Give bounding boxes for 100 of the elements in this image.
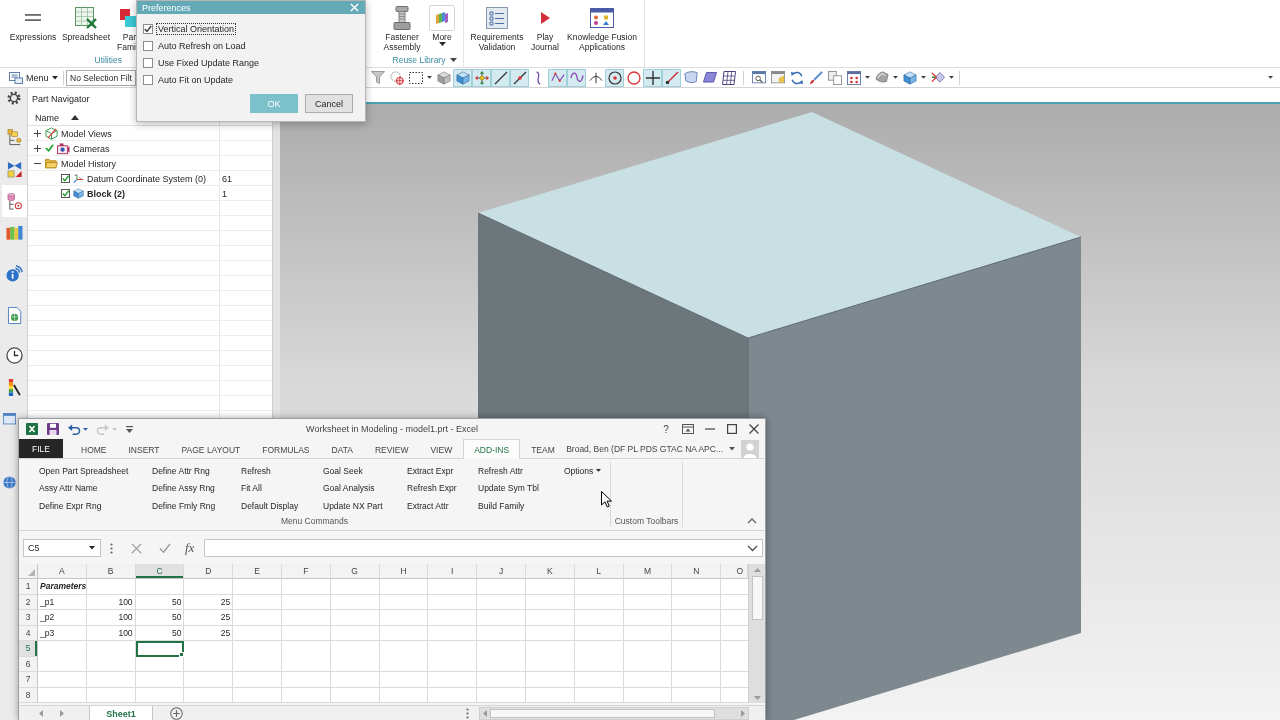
column-header[interactable]: C — [135, 564, 185, 579]
ribbon-button[interactable]: More — [425, 0, 459, 54]
checkbox[interactable] — [143, 40, 153, 51]
tree-item[interactable]: Model History — [61, 158, 116, 169]
tree-item[interactable]: Model Views — [61, 128, 112, 139]
column-header[interactable]: G — [330, 564, 380, 579]
insert-function-button[interactable]: fx — [185, 540, 195, 556]
spreadsheet-cell[interactable]: 50 — [135, 625, 185, 641]
formula-input-field[interactable] — [204, 539, 763, 557]
checkbox-label[interactable]: Use Fixed Update Range — [157, 57, 261, 68]
triangle-right-icon[interactable] — [60, 710, 64, 717]
spreadsheet-cell[interactable]: 100 — [86, 610, 136, 626]
resource-tab[interactable] — [2, 185, 27, 217]
ribbon-button[interactable]: Par Fami — [114, 0, 136, 54]
caret-icon[interactable] — [949, 76, 954, 79]
ribbon-tab[interactable]: TEAM — [520, 439, 566, 459]
scrollbar-thumb[interactable] — [751, 576, 763, 620]
quick-access-button[interactable] — [47, 423, 59, 435]
tree-item[interactable]: Block (2) — [87, 188, 125, 199]
ribbon-command[interactable]: Refresh Expr — [407, 479, 457, 497]
help-button[interactable]: ? — [655, 419, 677, 439]
spreadsheet-cell[interactable]: _p2 — [38, 610, 87, 626]
ribbon-command[interactable]: Default Display — [241, 497, 299, 515]
caret-icon[interactable] — [450, 57, 457, 62]
quick-access-button[interactable] — [68, 423, 88, 435]
ribbon-button[interactable]: Knowledge Fusion Applications — [564, 0, 640, 54]
caret-icon[interactable] — [893, 76, 898, 79]
column-header[interactable]: N — [672, 564, 722, 579]
row-header[interactable]: 5 — [19, 641, 38, 657]
ribbon-tab[interactable]: VIEW — [419, 439, 464, 459]
column-header[interactable]: O — [721, 564, 748, 579]
fill-handle-icon[interactable] — [179, 651, 185, 657]
plus-circle-icon[interactable] — [170, 707, 183, 720]
caret-icon[interactable] — [921, 76, 926, 79]
column-header[interactable]: M — [623, 564, 673, 579]
caret-icon[interactable] — [865, 76, 870, 79]
ribbon-button[interactable]: Expressions — [8, 0, 58, 54]
caret-icon[interactable] — [427, 76, 432, 79]
column-header[interactable]: F — [282, 564, 331, 579]
selection-filter-field[interactable]: No Selection Filt — [66, 69, 136, 86]
column-header[interactable]: J — [477, 564, 526, 579]
ribbon-button[interactable]: Play Journal — [526, 0, 564, 54]
ribbon-tab[interactable]: PAGE LAYOUT — [170, 439, 252, 459]
ribbon-button[interactable]: Fastener Assembly — [379, 0, 425, 54]
ribbon-command[interactable]: Build Family — [478, 497, 525, 515]
column-header[interactable]: H — [379, 564, 429, 579]
column-header[interactable]: B — [86, 564, 136, 579]
tree-item[interactable]: Cameras — [73, 143, 110, 154]
settings-icon[interactable] — [6, 91, 21, 105]
checkbox[interactable] — [61, 189, 70, 198]
ribbon-tab[interactable]: HOME — [70, 439, 118, 459]
spreadsheet-cell[interactable]: 50 — [135, 610, 185, 626]
column-header[interactable]: D — [184, 564, 234, 579]
tree-item[interactable]: Datum Coordinate System (0) — [87, 173, 207, 184]
ribbon-command[interactable]: Goal Seek — [323, 462, 363, 480]
column-header[interactable]: E — [233, 564, 282, 579]
column-header[interactable]: A — [38, 564, 87, 579]
ribbon-tab[interactable]: ADD-INS — [463, 439, 521, 459]
spreadsheet-cell[interactable]: Parameters — [38, 579, 87, 595]
tool-button[interactable] — [643, 68, 662, 87]
row-header[interactable]: 1 — [19, 579, 38, 595]
ribbon-command[interactable]: Update NX Part — [323, 497, 383, 515]
ribbon-tab[interactable]: INSERT — [117, 439, 171, 459]
dialog-button[interactable]: Cancel — [305, 94, 353, 113]
checkbox[interactable] — [143, 23, 153, 34]
ribbon-command[interactable]: Define Fmly Rng — [152, 497, 216, 515]
caret-icon[interactable] — [729, 446, 735, 451]
ribbon-tab[interactable]: FORMULAS — [251, 439, 321, 459]
spreadsheet-cell[interactable]: _p1 — [38, 594, 87, 610]
tool-button[interactable] — [719, 68, 738, 87]
ribbon-button[interactable]: Requirements Validation — [468, 0, 526, 54]
triangle-left-icon[interactable] — [39, 710, 43, 717]
spreadsheet-cell[interactable]: 25 — [184, 594, 234, 610]
ribbon-command[interactable]: Define Attr Rng — [152, 462, 210, 480]
row-header[interactable]: 3 — [19, 610, 38, 626]
ribbon-command[interactable]: Refresh — [241, 462, 271, 480]
column-header[interactable]: L — [574, 564, 624, 579]
menu-button[interactable]: Menu — [6, 68, 61, 87]
expand-icon[interactable] — [34, 145, 41, 152]
column-header[interactable]: I — [428, 564, 478, 579]
spreadsheet-cell[interactable]: 50 — [135, 594, 185, 610]
x-icon[interactable] — [131, 542, 142, 554]
ribbon-tab[interactable]: REVIEW — [363, 439, 420, 459]
checkbox-label[interactable]: Auto Refresh on Load — [157, 40, 247, 51]
ribbon-command[interactable]: Extract Expr — [407, 462, 454, 480]
close-icon[interactable] — [350, 3, 359, 12]
checkbox[interactable] — [143, 57, 153, 68]
vertical-scrollbar[interactable] — [748, 564, 765, 703]
horizontal-scrollbar[interactable] — [479, 707, 749, 720]
ribbon-command[interactable]: Assy Attr Name — [39, 479, 98, 497]
ribbon-command[interactable]: Extract Attr — [407, 497, 449, 515]
checkbox[interactable] — [143, 74, 153, 85]
user-name[interactable]: Broad, Ben (DF PL PDS GTAC NA APC... — [566, 443, 723, 454]
ribbon-command[interactable]: Options — [564, 462, 602, 480]
spreadsheet-cell[interactable]: 100 — [86, 625, 136, 641]
caret-icon[interactable] — [1268, 76, 1273, 79]
checkbox-label[interactable]: Auto Fit on Update — [157, 74, 235, 85]
quick-access-button[interactable] — [126, 425, 133, 433]
caret-icon[interactable] — [89, 546, 95, 550]
file-tab[interactable]: FILE — [19, 439, 63, 458]
